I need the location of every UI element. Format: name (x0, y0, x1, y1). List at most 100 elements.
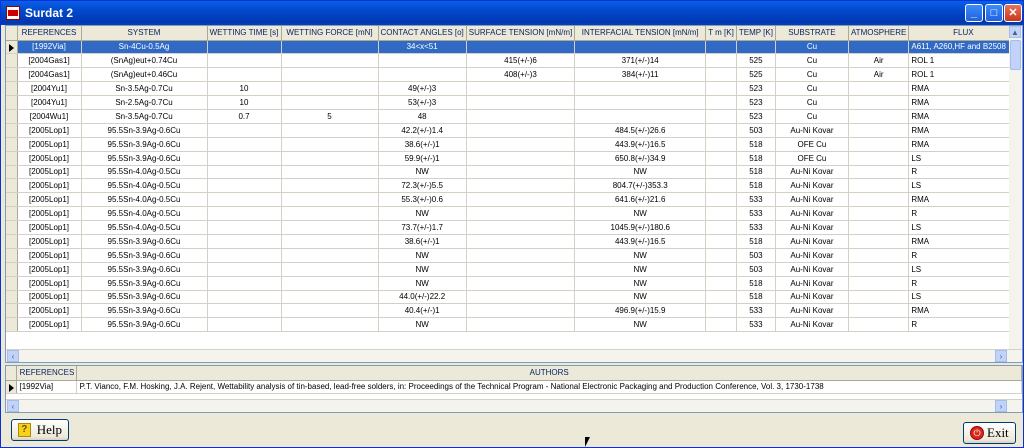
table-row[interactable]: [2005Lop1] 95.5Sn-3.9Ag-0.6Cu NW NW 533 Au-Ni… (6, 317, 1019, 333)
title-bar[interactable]: Surdat 2 _ □ ✕ (1, 1, 1023, 25)
table-cell[interactable]: Au-Ni Kovar (775, 317, 849, 333)
table-cell[interactable]: RMA (908, 303, 1019, 319)
table-cell[interactable]: 40.4(+/-)1 (378, 303, 467, 319)
table-cell[interactable]: Au-Ni Kovar (775, 206, 849, 222)
table-cell[interactable]: 503 (736, 248, 776, 263)
row-indicator[interactable] (6, 178, 18, 194)
vertical-scrollbar[interactable]: ▲ (1009, 26, 1022, 349)
table-cell[interactable] (574, 109, 707, 124)
table-cell[interactable] (705, 317, 737, 333)
table-cell[interactable] (705, 109, 737, 124)
table-cell[interactable]: Air (848, 67, 910, 83)
table-cell[interactable] (705, 178, 737, 194)
row-indicator[interactable] (6, 40, 18, 55)
table-cell[interactable]: 73.7(+/-)1.7 (378, 220, 467, 235)
table-cell[interactable]: [2005Lop1] (17, 317, 82, 333)
table-cell[interactable] (281, 40, 379, 55)
table-cell[interactable]: RMA (908, 192, 1019, 208)
table-cell[interactable]: 484.5(+/-)26.6 (574, 123, 707, 138)
table-row[interactable]: [2004Gas1] (SnAg)eut+0.46Cu 408(+/-)3 384(+… (6, 67, 1019, 83)
table-cell[interactable]: [2005Lop1] (17, 248, 82, 263)
table-row[interactable]: [1992Via] P.T. Vianco, F.M. Hosking, J.A.… (6, 380, 1022, 395)
column-header[interactable]: SUBSTRATE (775, 26, 849, 41)
table-cell[interactable] (281, 206, 379, 222)
table-cell[interactable] (466, 290, 576, 305)
table-cell[interactable]: 95.5Sn-4.0Ag-0.5Cu (81, 206, 208, 222)
table-cell[interactable] (466, 206, 576, 222)
table-cell[interactable]: 641.6(+/-)21.6 (574, 192, 707, 208)
table-cell[interactable]: NW (574, 317, 707, 333)
table-cell[interactable]: Au-Ni Kovar (775, 178, 849, 194)
table-row[interactable]: [2005Lop1] 95.5Sn-3.9Ag-0.6Cu 42.2(+/-)1.4… (6, 123, 1019, 138)
table-cell[interactable]: 95.5Sn-4.0Ag-0.5Cu (81, 220, 208, 235)
table-cell[interactable]: 533 (736, 206, 776, 222)
table-cell[interactable]: RMA (908, 123, 1019, 138)
scroll-left-button[interactable]: ‹ (7, 400, 19, 412)
table-row[interactable]: [2005Lop1] 95.5Sn-3.9Ag-0.6Cu 38.6(+/-)1 44… (6, 234, 1019, 249)
table-cell[interactable] (207, 178, 282, 194)
table-cell[interactable] (705, 303, 737, 319)
row-indicator[interactable] (6, 206, 18, 222)
row-indicator[interactable] (6, 192, 18, 208)
maximize-button[interactable]: □ (985, 4, 1003, 22)
table-row[interactable]: [2005Lop1] 95.5Sn-4.0Ag-0.5Cu 72.3(+/-)5.5… (6, 178, 1019, 194)
table-cell[interactable]: [2004Gas1] (17, 67, 82, 83)
table-cell[interactable]: 95.5Sn-4.0Ag-0.5Cu (81, 178, 208, 194)
table-cell[interactable]: 525 (736, 67, 776, 83)
table-cell[interactable] (378, 53, 467, 69)
table-cell[interactable]: Au-Ni Kovar (775, 276, 849, 291)
table-row[interactable]: [2004Wu1] Sn-3.5Ag-0.7Cu 0.7 5 48 523 Cu RMA (6, 109, 1019, 124)
table-cell[interactable] (466, 262, 576, 277)
table-cell[interactable] (848, 151, 910, 166)
table-cell[interactable] (848, 123, 910, 138)
row-indicator[interactable] (6, 303, 18, 319)
table-cell[interactable] (848, 234, 910, 249)
table-cell[interactable] (207, 220, 282, 235)
table-cell[interactable] (207, 165, 282, 180)
table-cell[interactable]: 95.5Sn-3.9Ag-0.6Cu (81, 290, 208, 305)
table-cell[interactable]: 533 (736, 220, 776, 235)
table-cell[interactable]: R (908, 206, 1019, 222)
table-cell[interactable]: Sn-3.5Ag-0.7Cu (81, 109, 208, 124)
table-row[interactable]: [2005Lop1] 95.5Sn-3.9Ag-0.6Cu 59.9(+/-)1 65… (6, 151, 1019, 166)
table-cell[interactable]: [2005Lop1] (17, 165, 82, 180)
table-row[interactable]: [2005Lop1] 95.5Sn-4.0Ag-0.5Cu NW NW 533 Au-Ni… (6, 206, 1019, 222)
table-cell[interactable] (705, 262, 737, 277)
table-cell[interactable]: LS (908, 262, 1019, 277)
table-cell[interactable] (705, 67, 737, 83)
table-cell[interactable]: LS (908, 178, 1019, 194)
table-cell[interactable]: [2005Lop1] (17, 151, 82, 166)
table-cell[interactable] (848, 165, 910, 180)
table-cell[interactable]: [2005Lop1] (17, 276, 82, 291)
table-cell[interactable]: 518 (736, 178, 776, 194)
table-cell[interactable]: Sn-2.5Ag-0.7Cu (81, 95, 208, 110)
table-cell[interactable]: 443.9(+/-)16.5 (574, 234, 707, 249)
table-cell[interactable]: [2004Yu1] (17, 81, 82, 97)
column-header[interactable]: WETTING TIME [s] (207, 26, 282, 41)
table-cell[interactable]: Au-Ni Kovar (775, 303, 849, 319)
table-cell[interactable]: R (908, 317, 1019, 333)
table-cell[interactable] (574, 40, 707, 55)
table-cell[interactable]: LS (908, 290, 1019, 305)
table-cell[interactable] (466, 178, 576, 194)
table-cell[interactable]: [2005Lop1] (17, 137, 82, 152)
row-indicator[interactable] (6, 137, 18, 152)
table-cell[interactable]: 53(+/-)3 (378, 95, 467, 110)
table-cell[interactable] (466, 137, 576, 152)
scroll-left-button[interactable]: ‹ (7, 350, 19, 362)
table-cell[interactable]: NW (378, 262, 467, 277)
table-cell[interactable]: 95.5Sn-3.9Ag-0.6Cu (81, 234, 208, 249)
table-cell[interactable] (848, 303, 910, 319)
table-cell[interactable] (705, 234, 737, 249)
table-cell[interactable]: 44.0(+/-)22.2 (378, 290, 467, 305)
table-row[interactable]: [2005Lop1] 95.5Sn-4.0Ag-0.5Cu 73.7(+/-)1.7… (6, 220, 1019, 235)
table-cell[interactable]: (SnAg)eut+0.74Cu (81, 53, 208, 69)
scroll-right-button[interactable]: › (995, 350, 1007, 362)
table-row[interactable]: [2005Lop1] 95.5Sn-3.9Ag-0.6Cu NW NW 503 Au-Ni… (6, 248, 1019, 263)
table-cell[interactable] (207, 137, 282, 152)
table-cell[interactable]: 42.2(+/-)1.4 (378, 123, 467, 138)
table-cell[interactable] (281, 53, 379, 69)
table-cell[interactable]: Au-Ni Kovar (775, 262, 849, 277)
table-cell[interactable] (705, 53, 737, 69)
row-indicator[interactable] (6, 262, 18, 277)
